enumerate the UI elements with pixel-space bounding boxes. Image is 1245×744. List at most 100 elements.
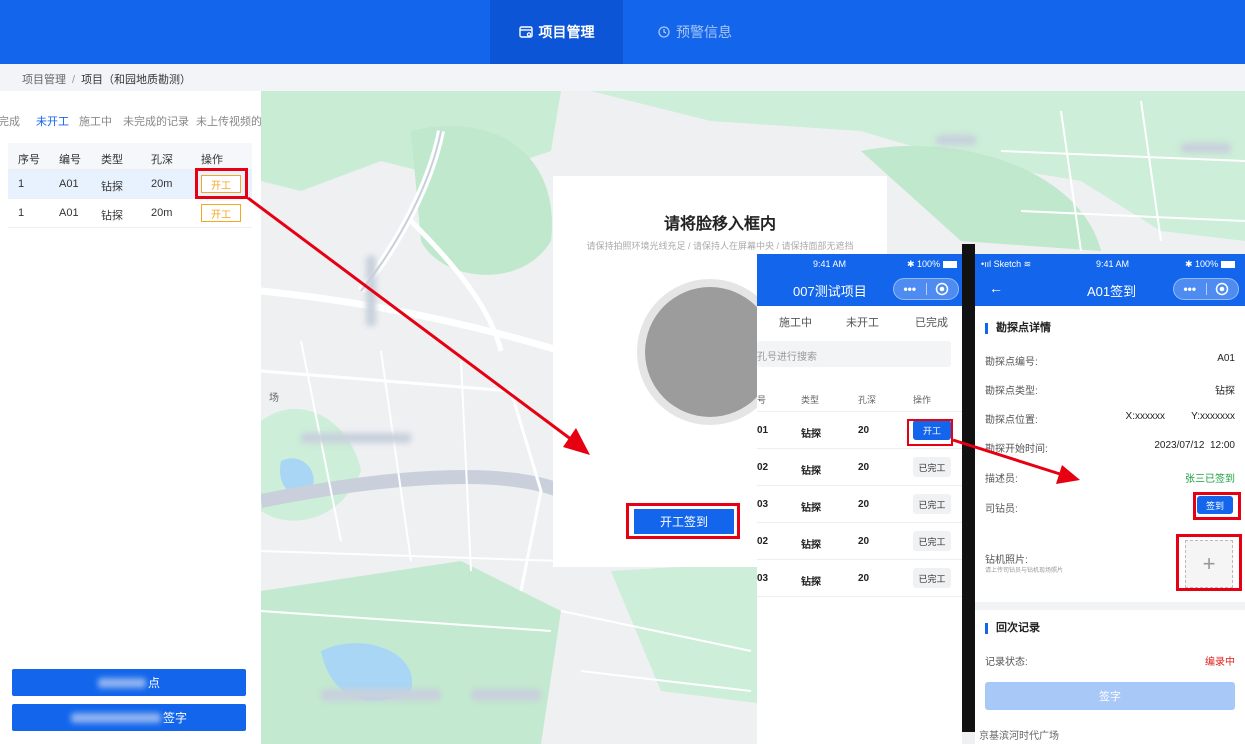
phone-title: 007测试项目 [793,284,867,299]
table-row[interactable]: 02 钻探 20 已完工 [757,449,962,486]
status-time: 9:41 AM [813,259,847,269]
finished-button[interactable]: 已完工 [913,568,951,588]
table-row[interactable]: 02 钻探 20 已完工 [757,523,962,560]
cell-depth: 20 [858,536,870,547]
tab-in-progress[interactable]: 施工中 [779,314,812,330]
tab-completed[interactable]: 完成 [0,113,20,129]
highlight-box [1176,534,1242,591]
tab-warning-info[interactable]: 预警信息 [640,0,750,64]
blurred-map-label [301,433,411,443]
cell-depth: 20m [151,178,173,190]
button-label: 签字 [162,711,187,725]
cell-depth: 20 [858,462,870,473]
breadcrumb: 项目管理 / 项目（和园地质勘测） [0,64,1245,91]
header-no: 号 [757,395,767,405]
cell-no: 03 [757,499,769,510]
tab-project-management[interactable]: 项目管理 [490,0,623,64]
button-label: 点 [147,676,160,690]
start-work-button[interactable]: 开工 [201,204,241,222]
header-code: 编号 [59,154,81,166]
blurred-map-label [1181,143,1231,153]
tab-label: 预警信息 [676,24,732,40]
cell-index: 1 [18,207,25,219]
highlight-box [1193,492,1241,520]
highlight-box [907,419,953,446]
battery-text: 100% [917,259,941,269]
field-label: 勘探点类型: [985,386,1038,397]
tab-in-progress[interactable]: 施工中 [79,113,112,129]
table-row[interactable]: 03 钻探 20 已完工 [757,486,962,523]
cell-type: 钻探 [801,466,821,477]
highlight-box [195,168,248,199]
clock-icon [658,26,670,38]
dialog-subtitle: 请保持拍照环境光线充足 / 请保持人在屏幕中央 / 请保持面部无遮挡 [586,241,854,251]
field-label: 勘探开始时间: [985,444,1048,455]
header-type: 类型 [101,154,123,166]
cell-depth: 20 [858,425,870,436]
section-title: 勘探点详情 [985,323,1051,334]
header-index: 序号 [18,154,40,166]
cell-type: 钻探 [101,210,123,222]
mini-program-capsule[interactable]: ••• [1173,278,1239,300]
field-value-y: Y:xxxxxxx [1191,411,1235,422]
map-label: 京基滨河时代广场 [979,731,1059,742]
cell-index: 1 [18,178,25,190]
breadcrumb-separator: / [72,74,76,86]
tab-not-started[interactable]: 未开工 [846,314,879,330]
header-action: 操作 [201,154,223,166]
cell-type: 钻探 [801,577,821,588]
blurred-map-label [366,256,376,326]
status-time: 9:41 AM [1096,259,1130,269]
cell-no: 02 [757,536,769,547]
blurred-map-label [321,689,441,701]
field-label: 勘探点位置: [985,415,1038,426]
borehole-list: 号 类型 孔深 操作 01 钻探 20 开工 02 钻探 20 已完工 03 钻… [757,384,962,597]
mini-program-capsule[interactable]: ••• [893,278,959,300]
close-target-icon[interactable] [1206,282,1238,296]
search-placeholder: 孔号进行搜索 [757,352,817,363]
add-point-button[interactable]: 点 [12,669,246,696]
record-status: 编录中 [1205,657,1235,668]
top-nav-bar: 项目管理 预警信息 [0,0,1245,64]
battery-icon [1220,261,1235,269]
field-label: 描述员: [985,474,1018,485]
header-action: 操作 [913,395,932,405]
tab-incomplete-records[interactable]: 未完成的记录 [123,113,189,129]
finished-button[interactable]: 已完工 [913,531,951,551]
blurred-map-label [936,135,976,145]
cell-code: A01 [59,207,79,219]
field-label: 记录状态: [985,657,1028,668]
back-arrow-icon[interactable]: ← [989,280,1003,296]
more-icon[interactable]: ••• [1174,282,1206,296]
phone-title: A01签到 [1087,284,1137,299]
sign-submit-button[interactable]: 签字 [985,682,1235,710]
field-value: 钻探 [1215,386,1235,397]
search-input[interactable]: 孔号进行搜索 [757,341,951,367]
finished-button[interactable]: 已完工 [913,457,951,477]
tab-no-video[interactable]: 未上传视频的 [196,113,261,129]
cell-no: 01 [757,425,769,436]
phone-header: 9:41 AM ✱ 100% 007测试项目 ••• [757,254,962,306]
phone-divider-bar [962,244,975,732]
cell-type: 钻探 [801,503,821,514]
more-icon[interactable]: ••• [894,282,926,296]
breadcrumb-current: 项目（和园地质勘测） [81,74,192,86]
finished-button[interactable]: 已完工 [913,494,951,514]
close-target-icon[interactable] [926,282,958,296]
table-row[interactable]: 03 钻探 20 已完工 [757,560,962,597]
field-value: 2023/07/12 12:00 [1154,440,1235,451]
breadcrumb-root[interactable]: 项目管理 [22,74,66,86]
table-row[interactable]: 1 A01 钻探 20m 开工 [8,199,252,228]
tab-completed[interactable]: 已完成 [915,314,948,330]
sign-button[interactable]: 签字 [12,704,246,731]
highlight-box [626,503,740,539]
blurred-label [97,677,146,688]
field-value: A01 [1217,353,1235,364]
field-hint: 请上传司钻员与钻机现场照片 [985,568,1064,574]
tab-not-started[interactable]: 未开工 [36,113,69,131]
cell-type: 钻探 [801,429,821,440]
camera-preview [645,287,775,417]
tab-label: 项目管理 [538,24,595,40]
field-label: 司钻员: [985,504,1018,515]
section-gap [975,602,1245,610]
